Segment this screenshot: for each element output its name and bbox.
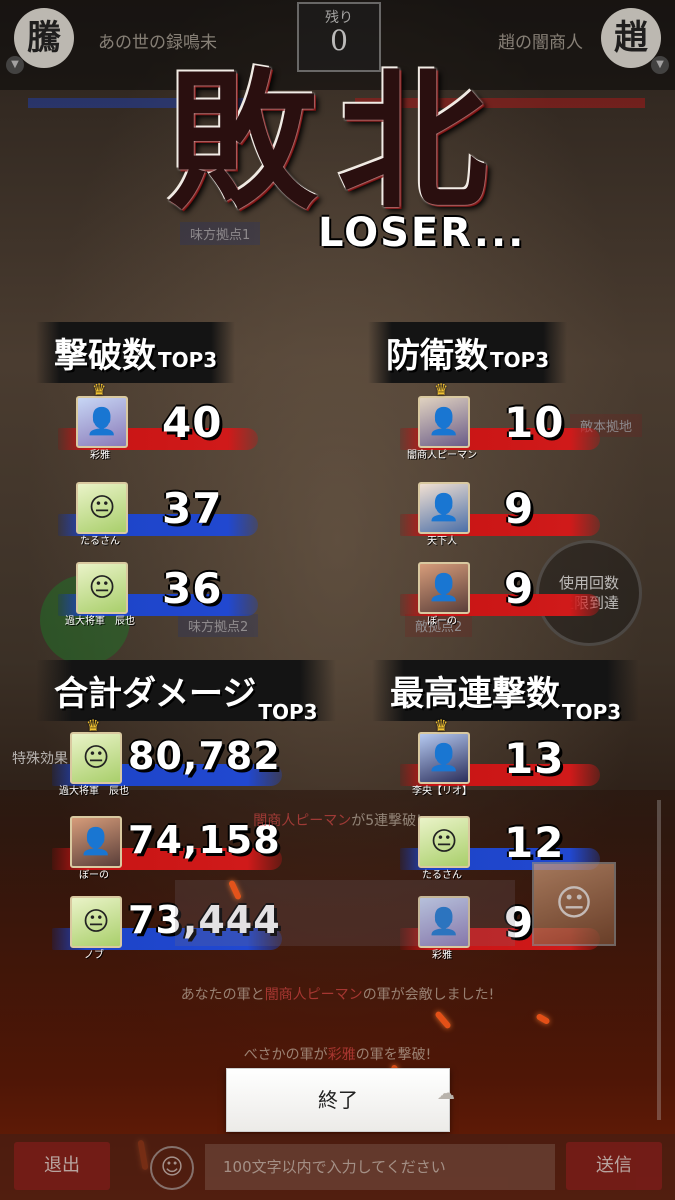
crown-icon: ♛ [86, 716, 101, 735]
chat-message: 闇商人ピーマンが5連撃破! [0, 810, 675, 830]
chat-input[interactable]: 100文字以内で入力してください [205, 1144, 555, 1190]
emoji-icon[interactable]: ☺ [150, 1146, 194, 1190]
player-portrait: 😐 [532, 862, 616, 946]
ranking-entry: 😐 ♛ 過大将軍 辰也 80,782 [52, 716, 332, 800]
crown-icon: ♛ [92, 380, 107, 399]
turns-value: 0 [330, 24, 348, 57]
send-button[interactable]: 送信 [566, 1142, 662, 1190]
stat-value: 80,782 [128, 734, 281, 778]
player-name: ぼーの [427, 616, 457, 627]
defense-title: 防衛数 [386, 336, 488, 376]
stat-value: 9 [504, 564, 535, 613]
chat-text: の軍を撃破! [355, 1047, 432, 1063]
ranking-entry: 👤 ぼーの 9 [400, 560, 675, 630]
stat-value: 40 [162, 398, 223, 447]
player-name: 彩雅 [90, 450, 110, 461]
chat-text: の軍が会敵しました! [362, 987, 495, 1003]
top3-label: TOP3 [490, 348, 550, 372]
stat-value: 9 [504, 484, 535, 533]
cloud-ornament-icon: ☁ [437, 1083, 455, 1104]
player-name: たるさん [422, 870, 462, 881]
chat-text: べさかの軍が [243, 1047, 328, 1063]
avatar: 👤 [418, 562, 470, 614]
stat-value: 36 [162, 564, 223, 613]
result-title: 敗北 [167, 54, 508, 230]
stat-value: 10 [504, 398, 565, 447]
stat-value: 13 [504, 734, 565, 783]
player-name: 彩雅 [432, 950, 452, 961]
damage-title: 合計ダメージ [54, 674, 257, 714]
ranking-entry: 😐 過大将軍 辰也 36 [58, 560, 338, 630]
player-name: 過大将軍 辰也 [65, 616, 135, 627]
chat-scrollbar[interactable] [657, 800, 661, 1120]
player-name: ノブ [84, 950, 104, 961]
avatar: 😐 [70, 896, 122, 948]
player-name: ぼーの [79, 870, 109, 881]
stat-value: 37 [162, 484, 223, 533]
chat-text: あなたの軍と [180, 987, 265, 1003]
defense-header: 防衛数 TOP3 [368, 322, 568, 383]
end-button[interactable]: 終了 ☁ [226, 1068, 455, 1132]
damage-header: 合計ダメージ TOP3 [36, 660, 336, 724]
top3-label: TOP3 [562, 700, 622, 724]
ranking-entry: 👤 ♛ 彩雅 40 [58, 380, 338, 464]
avatar: 👤 [76, 396, 128, 448]
result-subtitle: LOSER... [318, 210, 526, 256]
defeats-header: 撃破数 TOP3 [36, 322, 236, 383]
chat-text: が5連撃破! [351, 813, 422, 829]
defeats-title: 撃破数 [54, 336, 156, 376]
avatar: 👤 [418, 482, 470, 534]
avatar: 😐 [76, 562, 128, 614]
avatar: 👤 [418, 732, 470, 784]
player-name: 天下人 [427, 536, 457, 547]
ranking-entry: 👤 ♛ 闇商人ピーマン 10 [400, 380, 675, 464]
ranking-entry: 👤 天下人 9 [400, 480, 675, 550]
chat-player-name: 闇商人ピーマン [253, 813, 352, 829]
ranking-entry: 👤 ♛ 李央【リオ】 13 [400, 716, 675, 800]
right-player-name: 趙の闇商人 [498, 33, 583, 53]
chat-player-name: 闇商人ピーマン [264, 987, 363, 1003]
chat-bubble [175, 880, 515, 946]
top3-label: TOP3 [258, 700, 318, 724]
top3-label: TOP3 [158, 348, 218, 372]
chat-message: べさかの軍が彩雅の軍を撃破! [0, 1044, 675, 1064]
player-name: 李央【リオ】 [412, 786, 472, 797]
combo-title: 最高連撃数 [390, 674, 560, 714]
player-name: 過大将軍 辰也 [59, 786, 129, 797]
left-player-emblem[interactable]: 騰 [14, 8, 74, 68]
crown-icon: ♛ [434, 380, 449, 399]
crown-icon: ♛ [434, 716, 449, 735]
chat-message: あなたの軍と闇商人ピーマンの軍が会敵しました! [0, 984, 675, 1004]
left-player-name: あの世の録鳴未 [98, 33, 217, 53]
exit-button[interactable]: 退出 [14, 1142, 110, 1190]
avatar: 👤 [418, 396, 470, 448]
avatar: 😐 [76, 482, 128, 534]
player-name: 闇商人ピーマン [407, 450, 477, 461]
player-name: たるさん [80, 536, 120, 547]
chat-player-name: 彩雅 [327, 1047, 356, 1063]
end-button-label: 終了 [318, 1088, 358, 1112]
avatar: 😐 [70, 732, 122, 784]
ranking-entry: 😐 たるさん 37 [58, 480, 338, 550]
combo-header: 最高連撃数 TOP3 [372, 660, 640, 724]
